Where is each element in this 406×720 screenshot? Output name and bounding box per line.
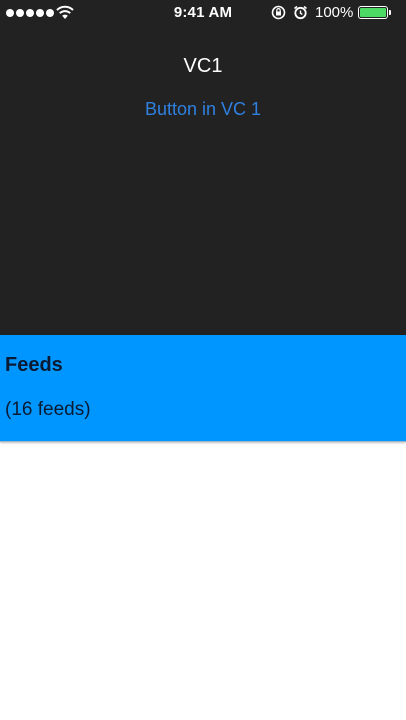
battery-fill [360,8,386,17]
battery-icon [358,6,388,19]
app-screen: 9:41 AM 100% VC1 Button in VC 1 Feeds (1… [0,0,406,720]
feeds-panel[interactable]: Feeds (16 feeds) [0,335,406,442]
battery-nub [389,10,391,15]
feeds-title: Feeds [5,354,63,376]
view-controller-1: 9:41 AM 100% VC1 Button in VC 1 [0,0,406,335]
vc1-button[interactable]: Button in VC 1 [0,99,406,120]
vc-title: VC1 [183,55,223,77]
status-bar: 9:41 AM 100% [0,0,406,26]
alarm-icon [294,5,307,20]
orientation-lock-icon [271,5,286,20]
feeds-count: (16 feeds) [5,399,91,420]
battery-percent: 100% [315,4,354,21]
vc1-button-label[interactable]: Button in VC 1 [145,99,261,119]
